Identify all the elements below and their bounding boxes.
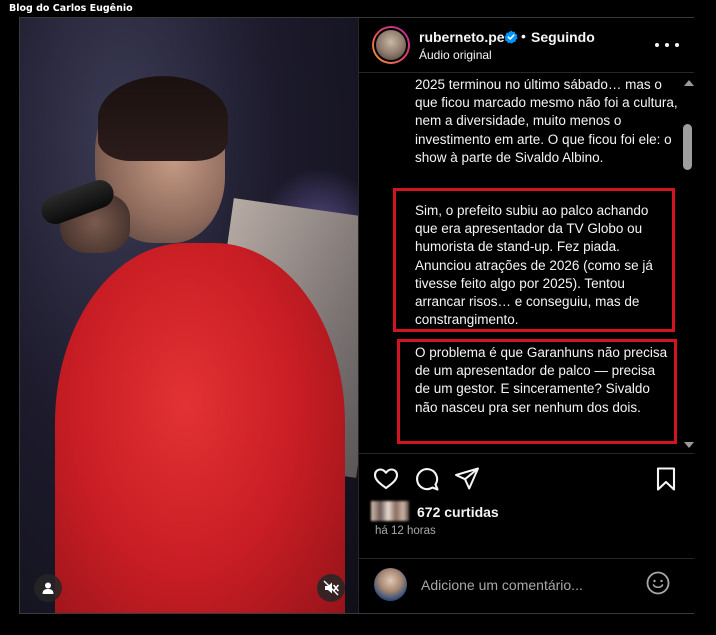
post-timestamp[interactable]: há 12 horas [375,525,436,537]
audio-link[interactable]: Áudio original [419,48,492,62]
performer-shirt [55,243,345,613]
liker-avatars [371,501,409,521]
caption-scroll-area[interactable]: 2025 terminou no último sábado… mas o qu… [359,74,694,454]
scroll-up-arrow-icon[interactable] [684,80,694,86]
scroll-down-arrow-icon[interactable] [684,442,694,448]
post-side-panel: ruberneto.pe • Seguindo Áudio original 2… [358,18,694,613]
author-avatar[interactable] [372,26,410,64]
caption-paragraph-1: 2025 terminou no último sábado… mas o qu… [415,77,678,165]
muted-speaker-icon [323,580,339,596]
likes-count[interactable]: 672 curtidas [417,504,499,520]
current-user-avatar [374,568,407,601]
smiley-icon[interactable] [646,571,670,595]
post-dialog: ruberneto.pe • Seguindo Áudio original 2… [19,17,694,614]
post-video[interactable] [20,18,358,613]
caption-paragraph-2: Sim, o prefeito subiu ao palco achando q… [415,203,653,328]
comment-input[interactable]: Adicione um comentário... [421,577,583,593]
header-separator: • [521,28,526,44]
comment-bar: Adicione um comentário... [359,558,694,613]
author-username[interactable]: ruberneto.pe [419,29,505,45]
caption-paragraph-3: O problema é que Garanhuns não precisa d… [415,345,668,415]
blog-watermark: Blog do Carlos Eugênio [9,3,133,14]
verified-badge-icon [504,30,518,44]
comment-bubble-icon[interactable] [414,466,440,492]
action-bar [359,466,694,496]
heart-icon[interactable] [373,466,399,492]
user-icon [42,582,54,594]
likes-row[interactable]: 672 curtidas [371,501,671,523]
paper-plane-icon[interactable] [454,466,480,492]
tagged-users-button[interactable] [34,574,62,602]
caption-scrollbar[interactable] [681,74,694,453]
following-button[interactable]: Seguindo [531,29,595,45]
scrollbar-thumb[interactable] [683,124,692,170]
post-header: ruberneto.pe • Seguindo Áudio original [359,18,694,73]
bookmark-icon[interactable] [653,466,679,492]
performer-hair [98,76,228,161]
mute-toggle-button[interactable] [317,574,345,602]
more-options-icon[interactable] [655,35,679,55]
